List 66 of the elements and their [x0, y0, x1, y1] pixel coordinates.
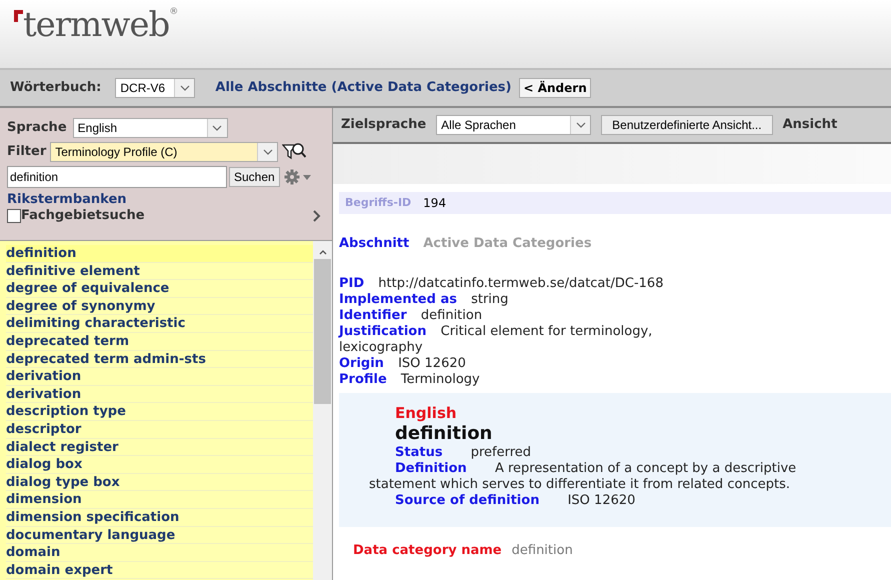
domain-search-label: Fachgebietsuche — [21, 208, 145, 224]
term-list-item[interactable]: dialect register — [6, 438, 313, 456]
chevron-down-icon — [180, 85, 190, 91]
term-list-item[interactable]: definitive element — [6, 262, 313, 280]
view-label: Ansicht — [782, 116, 838, 134]
term-list-item[interactable]: domain — [6, 544, 313, 562]
data-category-label: Data category name — [353, 542, 502, 560]
target-language-select[interactable]: Alle Sprachen — [436, 115, 592, 135]
term-list-item[interactable]: dimension specification — [6, 508, 313, 526]
domain-search-checkbox[interactable] — [7, 209, 21, 223]
scroll-up-icon[interactable] — [318, 249, 326, 255]
registered-mark: ® — [169, 6, 178, 19]
term-heading: definition — [395, 422, 494, 444]
term-list-item[interactable]: derivation — [6, 386, 313, 404]
term-field-text: Definition A representation of a concept by a descriptive statement which serves to differentiate it from related concepts. — [369, 460, 798, 492]
logo-text: termweb — [23, 6, 170, 44]
chevron-down-icon — [262, 149, 273, 155]
term-list-item[interactable]: deprecated term admin-sts — [6, 350, 313, 368]
field-text: Implemented as string — [339, 292, 510, 308]
section-title: Alle Abschnitte (Active Data Categories) — [215, 79, 512, 98]
term-list-item[interactable]: degree of synonymy — [6, 298, 313, 316]
term-list-item[interactable]: documentary language — [6, 526, 313, 544]
term-list-item[interactable]: deprecated term — [6, 332, 313, 351]
language-select[interactable]: English — [72, 118, 228, 138]
term-field-text: Status preferred — [394, 444, 532, 460]
term-list-item[interactable]: dialog type box — [6, 474, 313, 492]
gear-icon[interactable] — [284, 169, 312, 185]
dictionary-select[interactable]: DCR-V6 — [115, 78, 196, 98]
field-text: Identifier definition — [339, 308, 484, 324]
term-list-item[interactable]: descriptor — [6, 420, 313, 439]
language-label: Sprache — [7, 119, 67, 138]
field-text: Origin ISO 12620 — [339, 356, 467, 372]
chevron-down-icon — [576, 122, 586, 128]
term-list-item[interactable]: dialog box — [6, 456, 313, 474]
concept-id-label: Begriffs-ID — [345, 194, 412, 211]
logo-mark-icon — [14, 10, 23, 22]
term-field-text: Source of definition ISO 12620 — [394, 492, 636, 508]
concept-id-value: 194 — [423, 195, 446, 212]
scrollbar-thumb[interactable] — [314, 259, 331, 404]
scrollbar[interactable] — [313, 241, 332, 580]
filter-label: Filter — [7, 143, 46, 162]
language-heading: English — [395, 402, 458, 422]
change-button[interactable]: < Ändern — [519, 78, 591, 98]
term-list-item[interactable]: definition — [6, 245, 313, 263]
term-list-item[interactable]: dimension — [6, 491, 313, 509]
field-text: PID http://datcatinfo.termweb.se/datcat/DC-168 — [339, 276, 664, 292]
term-list-item[interactable]: degree of equivalence — [6, 280, 313, 298]
term-list-item[interactable]: description type — [6, 403, 313, 421]
field-text: Justification Critical element for terminology, lexicography — [339, 324, 654, 356]
search-field[interactable]: definition — [7, 166, 227, 188]
custom-view-button[interactable]: Benutzerdefinierte Ansicht... — [601, 115, 773, 135]
term-list-item[interactable]: delimiting characteristic — [6, 315, 313, 333]
term-list-item[interactable]: domain expert — [6, 562, 313, 580]
section-label: Abschnitt — [339, 235, 410, 253]
rikstermbanken-link[interactable]: Rikstermbanken — [7, 192, 127, 208]
target-language-label: Zielsprache — [341, 116, 426, 134]
chevron-right-icon[interactable] — [313, 210, 321, 222]
data-category-value: definition — [512, 542, 573, 560]
filter-select[interactable]: Terminology Profile (C) — [50, 142, 278, 162]
term-list-item[interactable]: derivation — [6, 368, 313, 386]
filter-search-icon[interactable] — [282, 142, 306, 162]
field-text: Profile Terminology — [339, 372, 481, 388]
dictionary-label: Wörterbuch: — [10, 79, 102, 98]
chevron-down-icon — [212, 125, 222, 131]
section-value: Active Data Categories — [423, 235, 592, 253]
search-button[interactable]: Suchen — [229, 167, 280, 187]
